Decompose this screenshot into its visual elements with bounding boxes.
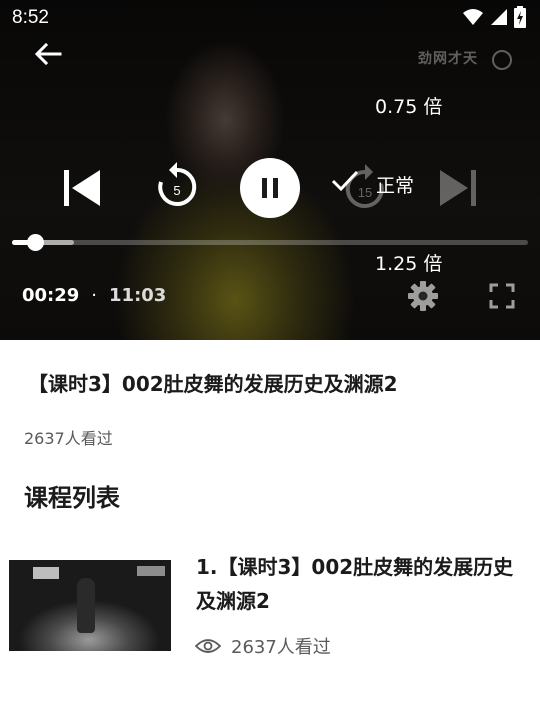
status-icons: [462, 6, 526, 28]
time-separator: ·: [91, 285, 98, 306]
forward-icon: 15: [345, 164, 384, 208]
watermark-logo-icon: [492, 50, 512, 70]
status-time: 8:52: [12, 7, 49, 28]
thumbnail-logo: [137, 566, 165, 576]
progress-bar[interactable]: [12, 234, 528, 251]
replay-seconds-label: 5: [173, 183, 180, 198]
thumbnail-dancer-figure: [77, 578, 95, 633]
eye-icon: [195, 639, 221, 653]
fullscreen-button[interactable]: [488, 282, 516, 310]
course-item-view-count: 2637人看过: [231, 637, 331, 658]
next-button[interactable]: [436, 166, 480, 210]
skip-next-icon: [440, 170, 476, 206]
video-player[interactable]: 劲网才天 8:52 0.75 倍 正常 1.25 倍 5 15 00:29 · …: [0, 0, 540, 340]
previous-button[interactable]: [60, 166, 104, 210]
status-bar: 8:52: [0, 0, 540, 36]
replay-icon: 5: [158, 162, 197, 206]
forward-15-button[interactable]: 15: [340, 162, 390, 216]
pause-button[interactable]: [240, 158, 300, 218]
lesson-title: 【课时3】002肚皮舞的发展历史及渊源2: [28, 372, 398, 396]
cell-signal-icon: [491, 9, 507, 25]
arrow-left-icon: [34, 42, 62, 66]
pause-icon: [262, 178, 278, 198]
thumbnail-caption: [33, 567, 59, 579]
course-thumbnail: [9, 560, 171, 651]
course-item-title: 1.【课时3】002肚皮舞的发展历史及渊源2: [196, 555, 514, 613]
gear-icon: [408, 281, 438, 311]
course-item-views: 2637人看过: [195, 633, 331, 659]
fullscreen-icon: [489, 283, 515, 309]
total-time: 11:03: [109, 285, 167, 306]
current-time: 00:29: [22, 285, 80, 306]
skip-previous-icon: [64, 170, 100, 206]
replay-5-button[interactable]: 5: [152, 160, 202, 214]
progress-thumb[interactable]: [26, 234, 44, 251]
forward-seconds-label: 15: [358, 185, 372, 200]
wifi-icon: [463, 9, 483, 25]
course-list-item[interactable]: 1.【课时3】002肚皮舞的发展历史及渊源2 2637人看过: [0, 545, 540, 665]
speed-option-075[interactable]: 0.75 倍: [375, 92, 442, 119]
settings-button[interactable]: [407, 280, 439, 312]
back-button[interactable]: [30, 38, 66, 70]
channel-watermark: 劲网才天: [418, 48, 514, 74]
course-list-heading: 课程列表: [24, 484, 120, 512]
speed-option-125[interactable]: 1.25 倍: [375, 249, 442, 276]
time-display: 00:29 · 11:03: [22, 285, 166, 306]
battery-icon: [514, 6, 526, 28]
lesson-view-count: 2637人看过: [24, 429, 113, 448]
